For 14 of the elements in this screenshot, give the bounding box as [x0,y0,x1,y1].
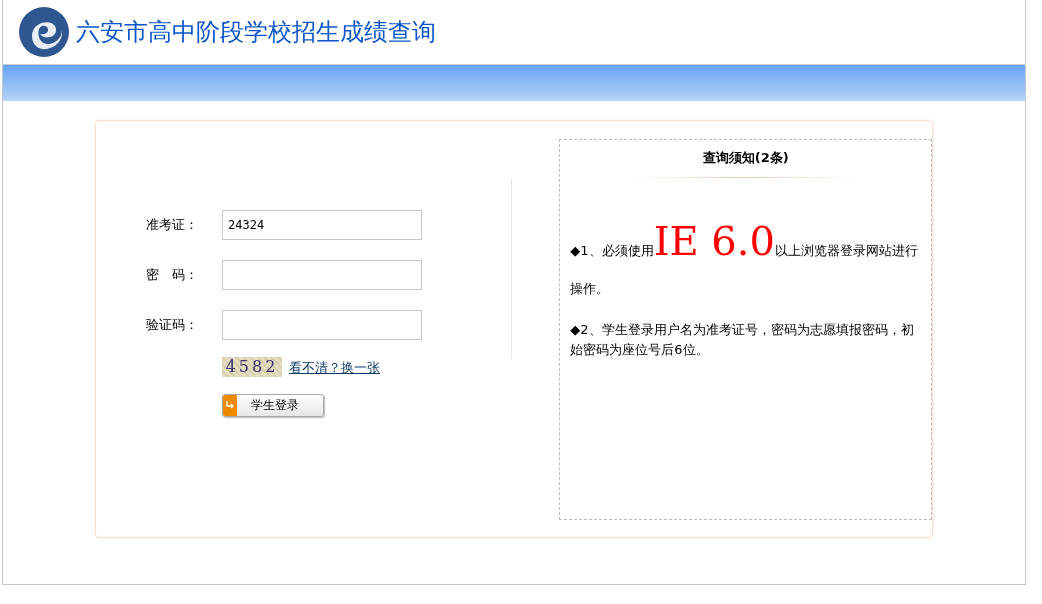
input-field[interactable]: 24324 [222,210,422,240]
refresh-captcha-link[interactable]: 看不清？换一张 [289,359,380,377]
field-label: 密 码： [146,266,199,284]
captcha-image: 4582 [222,357,282,377]
password-field[interactable] [222,260,422,290]
login-button[interactable]: 学生登录 [222,394,324,417]
notice-title: 查询须知(2条) [701,149,790,167]
logo-icon [18,6,70,58]
input-field[interactable] [222,310,422,340]
field-label: 准考证： [146,216,199,234]
field-label: 验证码： [146,316,199,334]
notice-text: ◆2、学生登录用户名为准考证号，密码为志愿填报密码，初始密码为座位号后6位。 [570,321,915,359]
site-title: 六安市高中阶段学校招生成绩查询 [76,17,436,48]
notice-text: ◆1、必须使用 IE 6.0 以上浏览器登录网站进行操作。 [570,222,919,298]
